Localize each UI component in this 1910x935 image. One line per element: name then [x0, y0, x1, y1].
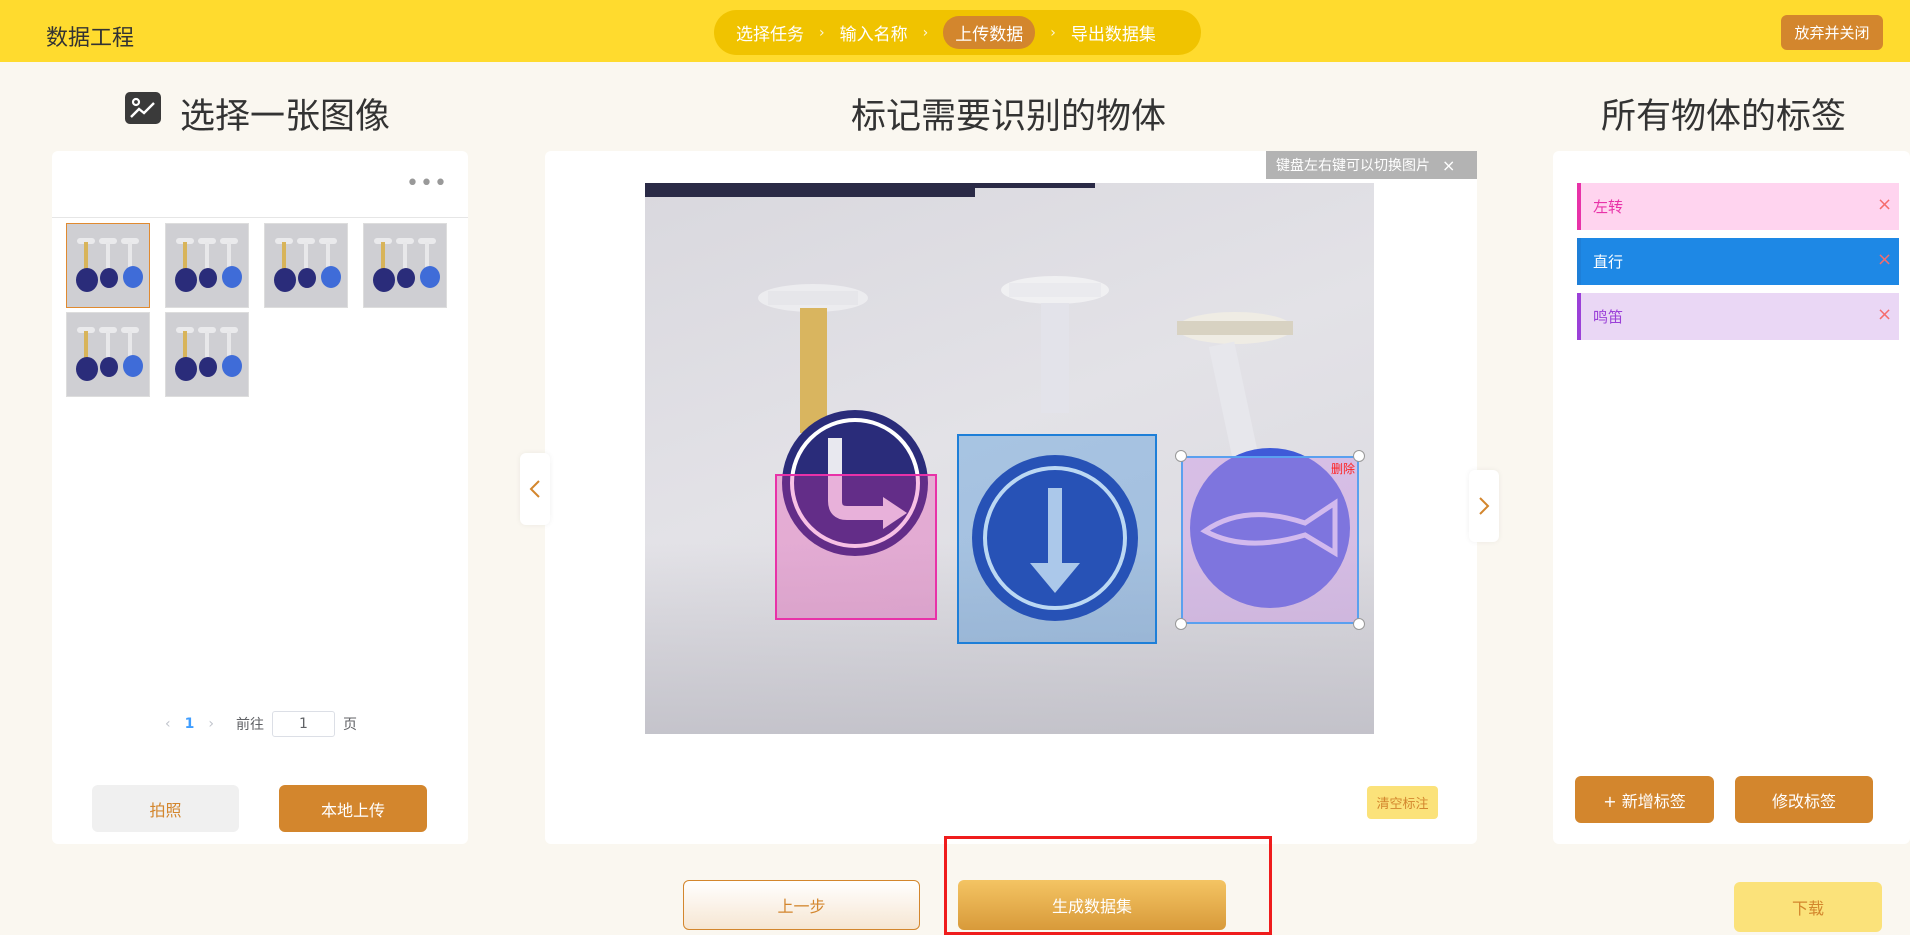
- bbox-straight[interactable]: [957, 434, 1157, 644]
- step-input-name[interactable]: 输入名称: [840, 20, 908, 45]
- take-photo-button[interactable]: 拍照: [92, 785, 239, 832]
- label-tag[interactable]: 直行: [1577, 238, 1899, 285]
- step-select-task[interactable]: 选择任务: [736, 20, 804, 45]
- delete-box-button[interactable]: 删除: [1331, 460, 1355, 477]
- labels-panel: 左转直行鸣笛 + 新增标签 修改标签: [1553, 151, 1910, 844]
- pagination: ‹ 1 › 前往 页: [157, 711, 357, 737]
- chevron-right-icon: ›: [819, 24, 825, 41]
- chevron-right-icon[interactable]: ›: [208, 716, 214, 732]
- previous-step-button[interactable]: 上一步: [683, 880, 920, 930]
- page-number[interactable]: 1: [185, 716, 195, 732]
- close-icon[interactable]: ×: [1442, 156, 1455, 175]
- chevron-right-icon: ›: [922, 24, 929, 41]
- step-upload-data[interactable]: 上传数据: [943, 16, 1036, 49]
- local-upload-button[interactable]: 本地上传: [279, 785, 427, 832]
- thumbnail-grid: [66, 223, 466, 397]
- mark-objects-title: 标记需要识别的物体: [851, 97, 1167, 137]
- resize-handle[interactable]: [1175, 618, 1187, 630]
- chevron-left-icon: [529, 480, 540, 498]
- step-indicator: 选择任务 › 输入名称 › 上传数据 › 导出数据集: [714, 10, 1201, 55]
- remove-label-icon[interactable]: ×: [1877, 249, 1892, 270]
- chevron-right-icon: [1479, 497, 1490, 515]
- bbox-left-turn[interactable]: [775, 474, 937, 620]
- download-button[interactable]: 下载: [1734, 882, 1882, 932]
- label-tag[interactable]: 左转: [1577, 183, 1899, 230]
- divider: [52, 217, 468, 218]
- next-image-button[interactable]: [1469, 470, 1499, 542]
- remove-label-icon[interactable]: ×: [1877, 194, 1892, 215]
- bbox-honk-selected[interactable]: [1181, 456, 1359, 624]
- more-icon[interactable]: •••: [406, 171, 448, 196]
- keyboard-hint: 键盘左右键可以切换图片 ×: [1266, 151, 1477, 179]
- remove-label-icon[interactable]: ×: [1877, 304, 1892, 325]
- image-thumbnail[interactable]: [165, 223, 249, 308]
- image-thumbnail[interactable]: [165, 312, 249, 397]
- resize-handle[interactable]: [1175, 450, 1187, 462]
- keyboard-hint-text: 键盘左右键可以切换图片: [1276, 158, 1430, 174]
- app-title: 数据工程: [46, 26, 135, 51]
- add-label-button[interactable]: + 新增标签: [1575, 776, 1714, 823]
- chevron-right-icon: ›: [1050, 24, 1056, 41]
- goto-page-input[interactable]: [271, 711, 335, 737]
- image-thumbnail[interactable]: [66, 312, 150, 397]
- image-thumbnail[interactable]: [363, 223, 447, 308]
- page-unit-label: 页: [342, 717, 357, 733]
- goto-label: 前往: [235, 717, 264, 733]
- chevron-left-icon[interactable]: ‹: [165, 716, 171, 732]
- image-icon: [125, 92, 161, 124]
- image-thumbnail[interactable]: [66, 223, 150, 308]
- top-header: 数据工程 选择任务 › 输入名称 › 上传数据 › 导出数据集 放弃并关闭: [0, 0, 1910, 62]
- image-list-panel: ••• ‹ 1 › 前往 页 拍照 本地上传: [52, 151, 468, 844]
- highlight-annotation: [944, 836, 1272, 935]
- label-tag[interactable]: 鸣笛: [1577, 293, 1899, 340]
- select-image-title: 选择一张图像: [180, 97, 391, 137]
- resize-handle[interactable]: [1353, 618, 1365, 630]
- image-thumbnail[interactable]: [264, 223, 348, 308]
- clear-annotations-button[interactable]: 清空标注: [1367, 786, 1438, 819]
- step-export-dataset[interactable]: 导出数据集: [1071, 20, 1156, 45]
- all-labels-title: 所有物体的标签: [1601, 97, 1847, 137]
- abandon-close-button[interactable]: 放弃并关闭: [1781, 15, 1883, 50]
- edit-label-button[interactable]: 修改标签: [1735, 776, 1873, 823]
- previous-image-button[interactable]: [520, 453, 550, 525]
